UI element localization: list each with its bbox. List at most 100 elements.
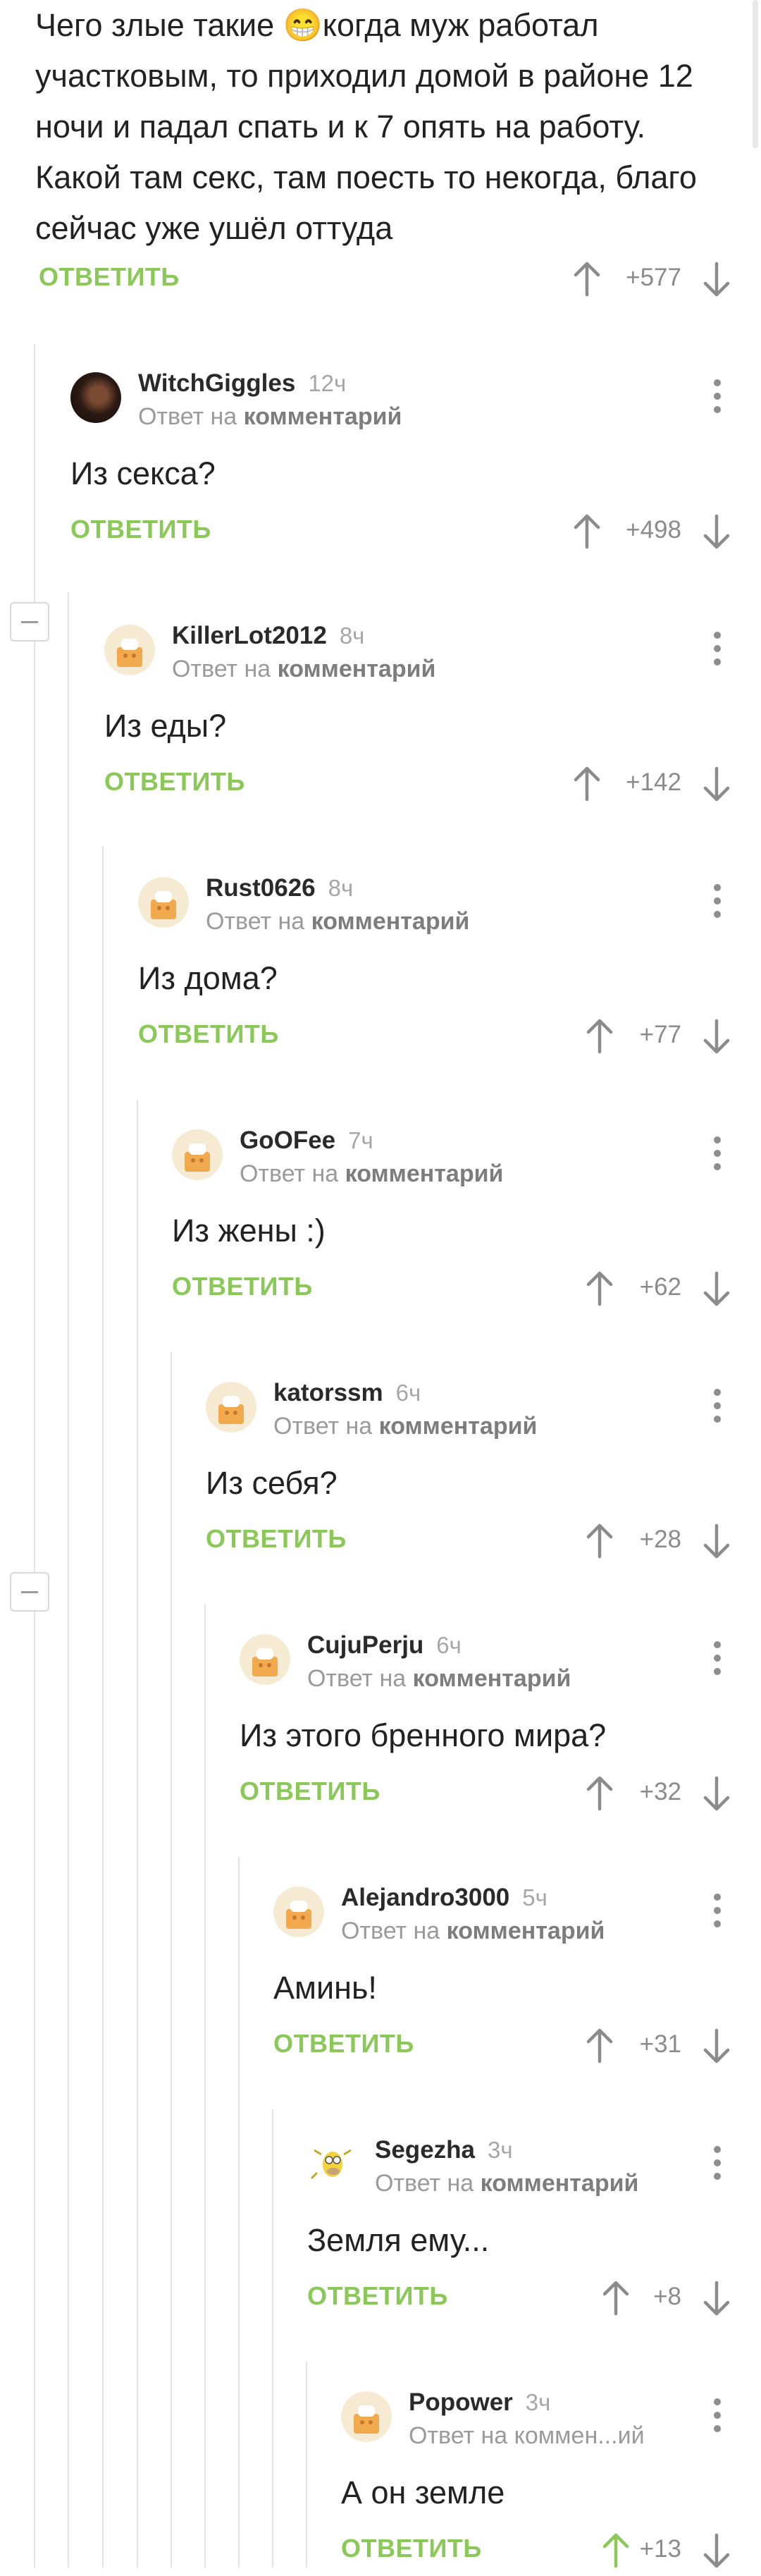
reply-to-label[interactable]: Ответ на комментарий <box>273 1413 537 1440</box>
comment-actions: ОТВЕТИТЬ +498 <box>70 508 736 557</box>
more-options-icon[interactable] <box>713 2398 722 2441</box>
downvote-arrow-icon[interactable] <box>701 1523 732 1559</box>
comment-text: Из дома? <box>138 960 278 996</box>
default-avatar-icon[interactable] <box>341 2391 392 2442</box>
reply-to-label[interactable]: Ответ на комментарий <box>307 1665 571 1693</box>
comment-author[interactable]: GoOFee 7ч <box>240 1127 373 1155</box>
author-name[interactable]: Popower <box>409 2388 513 2416</box>
thread-line[interactable] <box>137 1100 138 2568</box>
more-options-icon[interactable] <box>713 1641 722 1683</box>
upvote-arrow-icon[interactable] <box>571 261 602 298</box>
thread-line[interactable] <box>238 1857 240 2568</box>
comment-author[interactable]: Segezha 3ч <box>375 2136 513 2164</box>
default-avatar-icon[interactable] <box>104 625 155 675</box>
more-options-icon[interactable] <box>713 379 722 422</box>
downvote-arrow-icon[interactable] <box>701 2532 732 2569</box>
reply-to-label[interactable]: Ответ на комментарий <box>172 656 435 683</box>
thread-line[interactable] <box>306 2362 307 2568</box>
comment-text: Из себя? <box>206 1465 338 1501</box>
author-name[interactable]: GoOFee <box>240 1127 335 1154</box>
reply-button[interactable]: ОТВЕТИТЬ <box>307 2281 448 2311</box>
comment-actions: ОТВЕТИТЬ +13 <box>341 2527 736 2576</box>
avatar[interactable] <box>70 372 121 423</box>
reply-to-label[interactable]: Ответ на комментарий <box>206 908 469 936</box>
comment-author[interactable]: katorssm 6ч <box>273 1379 421 1407</box>
default-avatar-icon[interactable] <box>138 877 189 928</box>
default-avatar-icon[interactable] <box>172 1129 223 1180</box>
thread-line[interactable] <box>204 1605 206 2568</box>
comment-author[interactable]: CujuPerju 6ч <box>307 1631 462 1660</box>
reply-to-prefix: Ответ на <box>206 908 305 935</box>
downvote-arrow-icon[interactable] <box>701 261 732 298</box>
reply-button[interactable]: ОТВЕТИТЬ <box>104 767 245 797</box>
author-name[interactable]: Rust0626 <box>206 874 316 902</box>
collapse-thread-button[interactable] <box>10 602 49 642</box>
downvote-arrow-icon[interactable] <box>701 1018 732 1055</box>
reply-to-target: комментарий <box>480 2170 639 2197</box>
downvote-arrow-icon[interactable] <box>701 2028 732 2064</box>
comment-actions: ОТВЕТИТЬ +32 <box>240 1770 736 1819</box>
upvote-arrow-icon[interactable] <box>571 513 602 550</box>
more-options-icon[interactable] <box>713 1389 722 1431</box>
comment-author[interactable]: Popower 3ч <box>409 2388 550 2417</box>
reply-to-prefix: Ответ на <box>273 1413 373 1440</box>
reply-button[interactable]: ОТВЕТИТЬ <box>273 2029 414 2059</box>
reply-button[interactable]: ОТВЕТИТЬ <box>206 1524 347 1554</box>
upvote-arrow-icon[interactable] <box>571 766 602 802</box>
reply-button[interactable]: ОТВЕТИТЬ <box>341 2534 482 2563</box>
comment-text: Из этого бренного мира? <box>240 1717 607 1753</box>
comment-age: 7ч <box>348 1127 373 1153</box>
author-name[interactable]: KillerLot2012 <box>172 622 327 649</box>
reply-to-label[interactable]: Ответ на коммен...ий <box>409 2422 645 2450</box>
downvote-arrow-icon[interactable] <box>701 1270 732 1307</box>
more-options-icon[interactable] <box>713 1136 722 1179</box>
scrollbar[interactable] <box>753 0 758 148</box>
avatar[interactable] <box>307 2139 358 2190</box>
reply-to-target: комментарий <box>446 1918 605 1944</box>
comment-age: 12ч <box>308 370 347 396</box>
comment-author[interactable]: WitchGiggles 12ч <box>138 369 346 398</box>
reply-to-label[interactable]: Ответ на комментарий <box>138 403 402 431</box>
more-options-icon[interactable] <box>713 632 722 674</box>
thread-line[interactable] <box>102 846 104 2568</box>
collapse-thread-button[interactable] <box>10 1572 49 1612</box>
default-avatar-icon[interactable] <box>273 1887 324 1937</box>
downvote-arrow-icon[interactable] <box>701 1775 732 1812</box>
reply-button[interactable]: ОТВЕТИТЬ <box>172 1272 313 1301</box>
author-name[interactable]: katorssm <box>273 1379 383 1406</box>
thread-line[interactable] <box>272 2109 273 2568</box>
comment-score: +13 <box>639 2535 681 2563</box>
comment-age: 8ч <box>328 875 354 901</box>
reply-to-prefix: Ответ на <box>240 1160 339 1187</box>
author-name[interactable]: WitchGiggles <box>138 369 295 397</box>
comment-author[interactable]: Rust0626 8ч <box>206 874 353 902</box>
reply-to-label[interactable]: Ответ на комментарий <box>240 1160 503 1188</box>
more-options-icon[interactable] <box>713 1894 722 1936</box>
default-avatar-icon[interactable] <box>206 1382 256 1433</box>
thread-line[interactable] <box>68 592 69 2568</box>
reply-to-target: комментарий <box>311 908 470 935</box>
reply-button[interactable]: ОТВЕТИТЬ <box>240 1777 380 1806</box>
reply-button[interactable]: ОТВЕТИТЬ <box>138 1019 279 1049</box>
more-options-icon[interactable] <box>713 2146 722 2188</box>
author-name[interactable]: Alejandro3000 <box>341 1884 509 1911</box>
downvote-arrow-icon[interactable] <box>701 766 732 802</box>
default-avatar-icon[interactable] <box>240 1634 290 1685</box>
comment-score: +32 <box>639 1778 681 1805</box>
author-name[interactable]: Segezha <box>375 2136 475 2164</box>
comment-score: +498 <box>626 516 681 544</box>
reply-to-label[interactable]: Ответ на комментарий <box>341 1918 605 1945</box>
comment-actions: ОТВЕТИТЬ +62 <box>172 1265 736 1314</box>
more-options-icon[interactable] <box>713 884 722 926</box>
downvote-arrow-icon[interactable] <box>701 2280 732 2317</box>
comment-author[interactable]: Alejandro3000 5ч <box>341 1884 547 1912</box>
thread-line[interactable] <box>171 1352 172 2568</box>
reply-button[interactable]: ОТВЕТИТЬ <box>70 515 211 544</box>
downvote-arrow-icon[interactable] <box>701 513 732 550</box>
reply-to-target: комментарий <box>378 1413 538 1440</box>
reply-to-label[interactable]: Ответ на комментарий <box>375 2170 638 2197</box>
author-name[interactable]: CujuPerju <box>307 1631 423 1659</box>
comment-author[interactable]: KillerLot2012 8ч <box>172 622 364 650</box>
thread-line[interactable] <box>34 344 35 2568</box>
reply-button[interactable]: ОТВЕТИТЬ <box>39 262 180 292</box>
